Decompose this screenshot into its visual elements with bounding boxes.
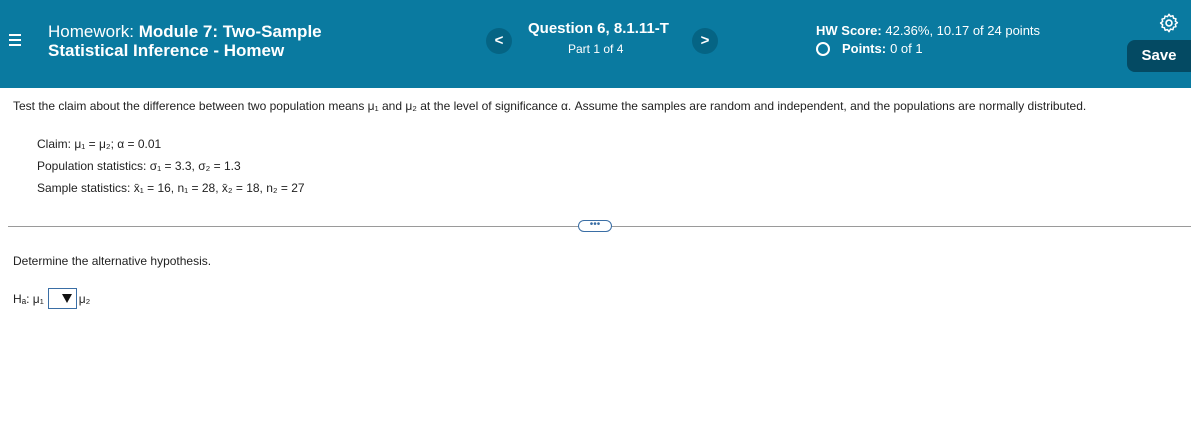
dropdown-arrow-icon xyxy=(61,294,72,303)
population-stats-label: Population statistics: xyxy=(37,159,147,173)
relation-dropdown[interactable] xyxy=(47,288,77,309)
alternative-hypothesis: Hₐ: μ₁ μ₂ xyxy=(13,288,90,309)
save-button[interactable]: Save xyxy=(1127,40,1191,72)
claim-label: Claim: xyxy=(37,137,72,151)
question-part: Part 1 of 4 xyxy=(568,42,624,56)
homework-name-line1: Module 7: Two-Sample xyxy=(138,22,322,41)
sample-stats-label: Sample statistics: xyxy=(37,181,131,195)
previous-question-button[interactable]: < xyxy=(486,28,512,54)
sample-stats-text: x̄₁ = 16, n₁ = 28, x̄₂ = 18, n₂ = 27 xyxy=(133,181,305,195)
top-bar: Homework: Module 7: Two-Sample Statistic… xyxy=(0,0,1191,88)
next-question-button[interactable]: > xyxy=(692,28,718,54)
claim-line: Claim: μ₁ = μ₂; α = 0.01 xyxy=(37,133,305,155)
points-status: Points: 0 of 1 xyxy=(816,41,923,56)
homework-label: Homework: xyxy=(48,22,134,41)
hw-score-label: HW Score: xyxy=(816,23,882,38)
population-stats-line: Population statistics: σ₁ = 3.3, σ₂ = 1.… xyxy=(37,155,305,177)
hypothesis-prefix: Hₐ: μ₁ xyxy=(13,291,44,306)
status-circle-icon xyxy=(816,41,830,56)
statistics-block: Claim: μ₁ = μ₂; α = 0.01 Population stat… xyxy=(37,133,305,199)
sample-stats-line: Sample statistics: x̄₁ = 16, n₁ = 28, x̄… xyxy=(37,177,305,199)
homework-title: Homework: Module 7: Two-Sample Statistic… xyxy=(48,22,368,60)
question-title: Question 6, 8.1.11-T xyxy=(528,20,669,37)
hw-score: HW Score: 42.36%, 10.17 of 24 points xyxy=(816,23,1040,38)
menu-icon[interactable] xyxy=(8,34,22,48)
gear-icon[interactable] xyxy=(1158,12,1180,34)
points-label: Points: xyxy=(842,41,887,56)
hw-score-value: 42.36%, 10.17 of 24 points xyxy=(885,23,1041,38)
points-value: 0 of 1 xyxy=(890,41,923,56)
claim-text: μ₁ = μ₂; α = 0.01 xyxy=(74,137,162,151)
expand-handle[interactable]: ••• xyxy=(578,220,612,232)
homework-name-line2: Statistical Inference - Homew xyxy=(48,41,285,60)
question-intro: Test the claim about the difference betw… xyxy=(13,99,1087,113)
question-prompt: Determine the alternative hypothesis. xyxy=(13,254,212,268)
hypothesis-suffix: μ₂ xyxy=(78,291,91,306)
population-stats-text: σ₁ = 3.3, σ₂ = 1.3 xyxy=(149,159,241,173)
